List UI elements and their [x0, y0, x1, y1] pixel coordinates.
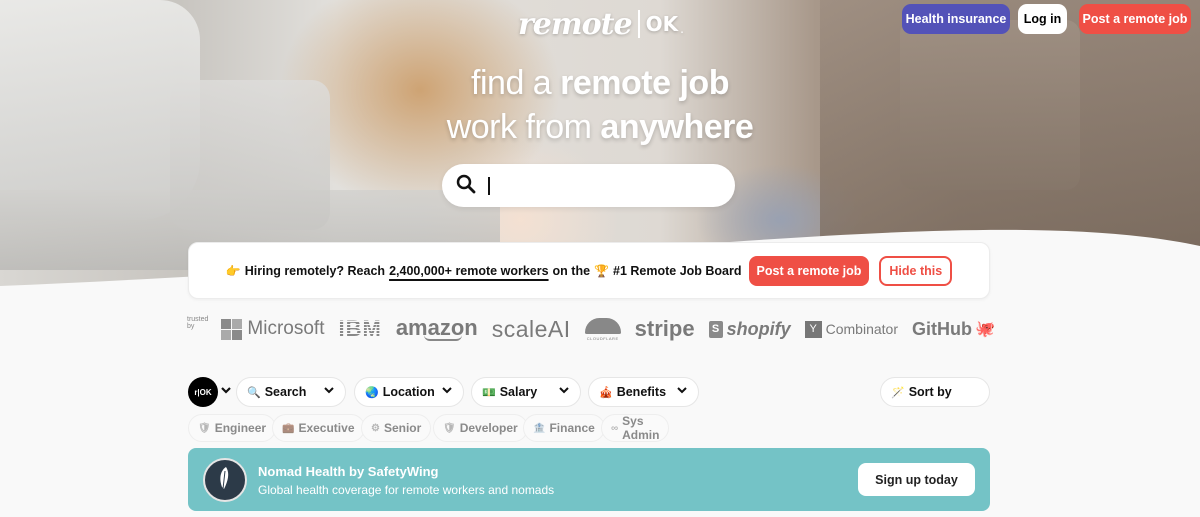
shopify-logo: S shopify: [708, 318, 791, 340]
headline-prefix: work from: [446, 108, 601, 146]
yc-wordmark: Combinator: [825, 321, 898, 337]
gear-icon: ⚙: [371, 422, 380, 434]
headline-bold: remote job: [560, 64, 729, 102]
sort-label: Sort by: [908, 385, 952, 399]
amazon-smile-icon: [423, 335, 462, 341]
microsoft-logo: Microsoft: [221, 318, 324, 340]
hide-banner-button[interactable]: Hide this: [879, 255, 953, 286]
money-icon: 💵: [482, 386, 496, 399]
hiring-text: 👉 Hiring remotely? Reach 2,400,000+ remo…: [226, 264, 742, 278]
bank-icon: 🏦: [533, 422, 546, 434]
scaleai-logo: scaleAI: [491, 315, 571, 342]
hiring-text-suffix: #1 Remote Job Board: [613, 263, 742, 278]
filter-label: Search: [264, 385, 307, 399]
banner-subtitle: Global health coverage for remote worker…: [258, 483, 555, 497]
pointing-hand-icon: 👉: [225, 263, 241, 278]
hiring-banner: 👉 Hiring remotely? Reach 2,400,000+ remo…: [188, 242, 990, 299]
login-button[interactable]: Log in: [1018, 4, 1067, 34]
headline-bold: anywhere: [600, 108, 754, 146]
logo-ok: OK: [645, 12, 679, 36]
health-insurance-button[interactable]: Health insurance: [902, 4, 1010, 34]
hero-search-box[interactable]: [442, 164, 735, 207]
banner-post-job-button[interactable]: Post a remote job: [748, 255, 870, 286]
hiring-text-middle: on the: [552, 263, 591, 278]
logo-divider: [637, 10, 640, 38]
search-icon: [456, 174, 476, 198]
microsoft-grid-icon: [221, 318, 243, 340]
post-remote-job-button[interactable]: Post a remote job: [1079, 4, 1191, 34]
trusted-by-label: trusted by: [187, 316, 209, 330]
microsoft-wordmark: Microsoft: [247, 318, 325, 339]
tag-label: Finance: [549, 421, 595, 435]
chevron-down-icon: [441, 384, 453, 399]
magnifier-icon: 🔍: [247, 386, 261, 399]
logo-wordmark: remote: [518, 6, 633, 42]
infinity-icon: ∞: [611, 422, 619, 434]
trophy-icon: 🏆: [594, 263, 609, 278]
chevron-down-icon[interactable]: [220, 384, 232, 399]
github-logo: GitHub 🐙: [912, 319, 995, 340]
tag-label: Senior: [383, 421, 422, 435]
feather-icon: [216, 465, 234, 496]
text-caret: [488, 176, 490, 195]
banner-title: Nomad Health by SafetyWing: [258, 464, 439, 479]
tag-label: Sys Admin: [622, 414, 660, 442]
filter-bar: r|OK 🔍 Search 🌏 Location 💵 Salary 🎪 Bene…: [188, 377, 990, 407]
amazon-logo: amazon: [396, 317, 478, 341]
safetywing-avatar: [203, 458, 247, 502]
cloudflare-logo: CLOUDFLARE: [584, 317, 621, 341]
shopify-wordmark: shopify: [726, 318, 791, 339]
tag-label: Executive: [298, 421, 355, 435]
remote-workers-link[interactable]: 2,400,000+ remote workers: [389, 264, 548, 278]
location-filter[interactable]: 🌏 Location: [354, 377, 464, 407]
logo-dot: .: [680, 22, 684, 36]
benefits-filter[interactable]: 🎪 Benefits: [588, 377, 699, 407]
stripe-logo: stripe: [634, 316, 695, 341]
shield-icon: 🛡: [443, 422, 456, 434]
cloud-icon: [584, 317, 621, 334]
sort-by-dropdown[interactable]: 🪄 Sort by: [880, 377, 990, 407]
ibm-logo: IBM: [338, 316, 382, 341]
globe-icon: 🌏: [365, 386, 379, 399]
nomad-health-banner[interactable]: Nomad Health by SafetyWing Global health…: [188, 448, 990, 511]
chevron-down-icon: [323, 384, 335, 399]
hero-headline-line2: work from anywhere: [0, 108, 1200, 147]
ycombinator-logo: Y Combinator: [804, 320, 898, 338]
filter-label: Location: [382, 385, 435, 399]
briefcase-icon: 💼: [282, 422, 295, 434]
circus-tent-icon: 🎪: [599, 386, 613, 399]
chevron-down-icon: [676, 384, 688, 399]
shield-icon: 🛡: [198, 422, 211, 434]
sign-up-today-button[interactable]: Sign up today: [858, 463, 975, 496]
filter-label: Benefits: [616, 385, 667, 399]
tag-executive[interactable]: 💼 Executive: [272, 414, 365, 442]
tag-label: Engineer: [214, 421, 267, 435]
site-logo[interactable]: remote OK .: [518, 4, 684, 44]
tag-finance[interactable]: 🏦 Finance: [523, 414, 605, 442]
shopify-bag-icon: S: [708, 320, 723, 338]
octocat-icon: 🐙: [974, 321, 995, 338]
search-filter[interactable]: 🔍 Search: [236, 377, 346, 407]
salary-filter[interactable]: 💵 Salary: [471, 377, 581, 407]
chevron-down-icon: [558, 384, 570, 399]
tag-developer[interactable]: 🛡 Developer: [433, 414, 528, 442]
tag-sys-admin[interactable]: ∞ Sys Admin: [601, 414, 670, 442]
tag-senior[interactable]: ⚙ Senior: [361, 414, 432, 442]
hero-background-cushion-right: [900, 20, 1080, 190]
filter-label: Salary: [499, 385, 538, 399]
trusted-by-row: trusted by Microsoft IBM amazon scaleAI …: [187, 313, 995, 345]
tag-label: Developer: [459, 421, 518, 435]
yc-icon: Y: [804, 320, 822, 338]
headline-prefix: find a: [471, 64, 561, 102]
hiring-text-prefix: Hiring remotely? Reach: [244, 263, 386, 278]
magic-wand-icon: 🪄: [891, 386, 905, 399]
remoteok-menu-logo[interactable]: r|OK: [188, 377, 218, 407]
github-wordmark: GitHub: [911, 318, 972, 339]
tag-engineer[interactable]: 🛡 Engineer: [188, 414, 277, 442]
search-input[interactable]: [492, 175, 722, 196]
cloudflare-wordmark: CLOUDFLARE: [586, 335, 619, 341]
hero-headline-line1: find a remote job: [0, 64, 1200, 103]
